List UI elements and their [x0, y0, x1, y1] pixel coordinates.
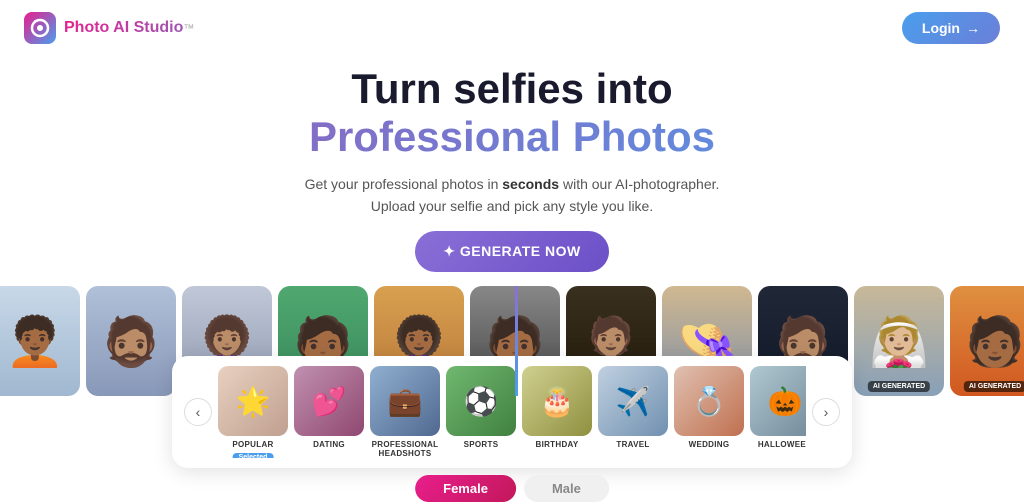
style-item[interactable]: 💍 Wedding: [674, 366, 744, 458]
logo: Photo AI Studio™: [24, 12, 194, 44]
style-thumb: 🌟: [218, 366, 288, 436]
hero-description: Get your professional photos in seconds …: [20, 173, 1004, 218]
style-label: Professional Headshots: [370, 440, 440, 458]
style-thumb: 🎂: [522, 366, 592, 436]
logo-text: Photo AI Studio™: [64, 19, 194, 37]
style-label: Sports: [464, 440, 499, 449]
style-thumb: ✈️: [598, 366, 668, 436]
photo-person: 👰🏼: [854, 286, 944, 396]
selected-badge: Selected: [233, 453, 274, 458]
style-label: Halloween: [758, 440, 806, 449]
style-thumb: ⚽: [446, 366, 516, 436]
style-item[interactable]: 🎃 Halloween: [750, 366, 806, 458]
style-item[interactable]: 💼 Professional Headshots: [370, 366, 440, 458]
photo-badge: AI GENERATED: [964, 381, 1024, 392]
styles-prev-button[interactable]: ‹: [184, 398, 212, 426]
male-button[interactable]: Male: [524, 475, 609, 502]
style-label: Wedding: [689, 440, 730, 449]
style-label: Dating: [313, 440, 345, 449]
styles-container: ‹ 🌟 Popular Selected 💕 Dating 💼 Professional H…: [172, 356, 852, 468]
style-label: Travel: [616, 440, 649, 449]
hero-section: Turn selfies into Professional Photos Ge…: [0, 56, 1024, 272]
style-label: Birthday: [536, 440, 579, 449]
style-item[interactable]: ✈️ Travel: [598, 366, 668, 458]
style-item[interactable]: 🎂 Birthday: [522, 366, 592, 458]
style-item[interactable]: 🌟 Popular Selected: [218, 366, 288, 458]
photo-badge: AI GENERATED: [868, 381, 930, 392]
style-thumb: 💕: [294, 366, 364, 436]
style-label: Popular: [232, 440, 273, 449]
header: Photo AI Studio™ Login →: [0, 0, 1024, 56]
photo-person: 🧑🏾‍🦱: [0, 286, 80, 396]
style-item[interactable]: 💕 Dating: [294, 366, 364, 458]
styles-next-button[interactable]: ›: [812, 398, 840, 426]
hero-title-line1: Turn selfies into: [20, 66, 1004, 112]
generate-button[interactable]: ✦ GENERATE NOW: [415, 231, 608, 272]
styles-scroll: 🌟 Popular Selected 💕 Dating 💼 Professional Hea…: [218, 366, 806, 458]
hero-title-line2: Professional Photos: [20, 112, 1004, 162]
photo-card: 🧑🏾AI GENERATED: [950, 286, 1024, 396]
photo-person: 🧔🏽: [86, 286, 176, 396]
gender-row: Female Male: [415, 475, 609, 502]
photo-card: 👰🏼AI GENERATED: [854, 286, 944, 396]
photo-person: 🧑🏾: [950, 286, 1024, 396]
style-thumb: 💼: [370, 366, 440, 436]
logo-icon: [24, 12, 56, 44]
style-item[interactable]: ⚽ Sports: [446, 366, 516, 458]
login-button[interactable]: Login →: [902, 12, 1000, 44]
style-thumb: 💍: [674, 366, 744, 436]
photo-card: 🧔🏽: [86, 286, 176, 396]
photo-card: 🧑🏾‍🦱: [0, 286, 80, 396]
female-button[interactable]: Female: [415, 475, 516, 502]
style-thumb: 🎃: [750, 366, 806, 436]
